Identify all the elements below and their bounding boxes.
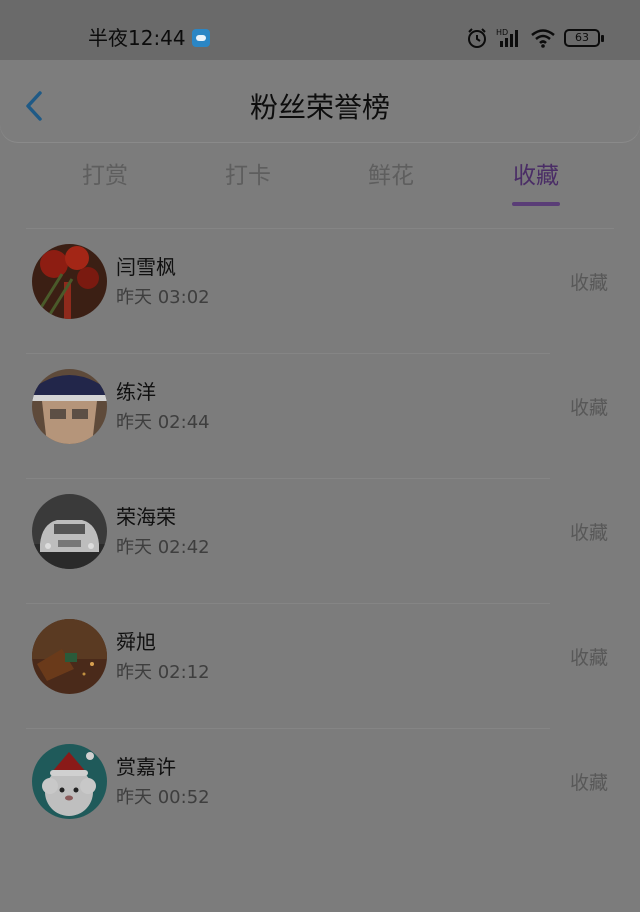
- tab-flowers[interactable]: 鲜花: [341, 156, 441, 196]
- wifi-icon: [531, 29, 555, 48]
- anime-character-avatar: [32, 369, 107, 444]
- status-bar: 半夜12:44 HD 63: [0, 0, 640, 60]
- status-time: 半夜12:44: [88, 26, 186, 50]
- fan-list: 闫雪枫 昨天 03:02 收藏 练洋 昨天 02:44 收藏 荣海荣 昨天 02…: [0, 229, 640, 854]
- tab-checkin[interactable]: 打卡: [198, 156, 298, 196]
- fan-name: 荣海荣: [116, 505, 176, 529]
- list-item[interactable]: 练洋 昨天 02:44 收藏: [0, 354, 640, 479]
- cloud-notification-icon: [192, 29, 210, 47]
- fan-name: 练洋: [116, 380, 156, 404]
- red-flowers-avatar: [32, 244, 107, 319]
- page-title: 粉丝荣誉榜: [249, 91, 390, 124]
- hd-label: HD: [496, 28, 508, 37]
- tab-bar: 打赏 打卡 鲜花 收藏: [0, 156, 640, 216]
- white-car-avatar: [32, 494, 107, 569]
- signal-icon: HD: [496, 28, 518, 47]
- fan-name: 舜旭: [116, 630, 156, 654]
- fan-time: 昨天 02:12: [116, 662, 210, 683]
- favorite-label: 收藏: [569, 397, 608, 419]
- fan-name: 闫雪枫: [116, 255, 176, 279]
- tab-favorites[interactable]: 收藏: [486, 156, 586, 196]
- list-item[interactable]: 赏嘉许 昨天 00:52 收藏: [0, 729, 640, 854]
- app-header: 粉丝荣誉榜: [0, 60, 640, 142]
- status-icons: HD 63: [466, 24, 604, 52]
- fan-time: 昨天 00:52: [116, 787, 210, 808]
- tab-tipping[interactable]: 打赏: [55, 156, 155, 196]
- list-item[interactable]: 荣海荣 昨天 02:42 收藏: [0, 479, 640, 604]
- list-item[interactable]: 舜旭 昨天 02:12 收藏: [0, 604, 640, 729]
- fan-name: 赏嘉许: [116, 755, 176, 779]
- favorite-label: 收藏: [569, 772, 608, 794]
- fan-time: 昨天 02:44: [116, 412, 210, 433]
- fan-time: 昨天 03:02: [116, 287, 210, 308]
- fan-time: 昨天 02:42: [116, 537, 210, 558]
- favorite-label: 收藏: [569, 522, 608, 544]
- favorite-label: 收藏: [569, 647, 608, 669]
- list-item[interactable]: 闫雪枫 昨天 03:02 收藏: [0, 229, 640, 354]
- active-tab-indicator: [512, 202, 560, 206]
- battery-indicator: 63: [564, 29, 604, 47]
- favorite-label: 收藏: [569, 272, 608, 294]
- alarm-icon: [468, 28, 486, 48]
- christmas-sheep-avatar: [32, 744, 107, 819]
- dark-scene-avatar: [32, 619, 107, 694]
